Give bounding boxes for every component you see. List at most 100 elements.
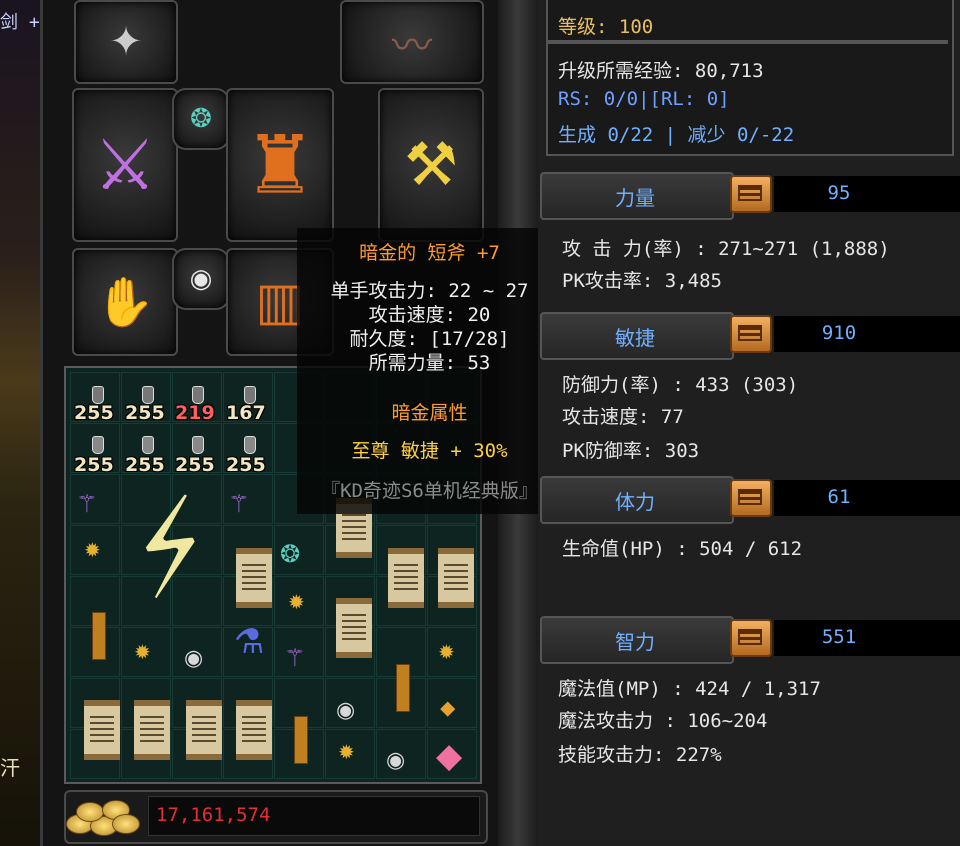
- gold-amount: 17,161,574: [156, 804, 271, 826]
- attack-power-text: 攻 击 力(率) : 271~271 (1,888): [562, 238, 890, 260]
- scroll-icon[interactable]: [336, 598, 372, 658]
- scroll-icon[interactable]: [438, 548, 474, 608]
- attr-label-vitality: 体力: [615, 490, 655, 514]
- tooltip-line: 单手攻击力: 22 ~ 27: [330, 280, 529, 302]
- magic-attack-text: 魔法攻击力 : 106~204: [558, 710, 768, 732]
- plus-point-icon: [738, 489, 762, 505]
- stack-count: 255: [125, 454, 165, 476]
- sword-icon: ⚔: [93, 124, 157, 206]
- attr-label-energy: 智力: [615, 630, 655, 654]
- staff-icon[interactable]: ⚚: [228, 490, 250, 518]
- scroll-icon[interactable]: [186, 700, 222, 760]
- scroll-icon[interactable]: [388, 548, 424, 608]
- scroll-icon[interactable]: [236, 548, 272, 608]
- stack-count: 255: [74, 454, 114, 476]
- axe-icon: ⚒: [404, 130, 458, 200]
- equip-slot-right-weapon[interactable]: ⚒: [378, 88, 484, 242]
- tooltip-bonus: 至尊 敏捷 + 30%: [351, 440, 508, 462]
- game-world-background: [0, 0, 40, 846]
- mp-text: 魔法值(MP) : 424 / 1,317: [558, 678, 821, 700]
- pk-defense-rate-text: PK防御率: 303: [562, 440, 700, 462]
- exp-needed-text: 升级所需经验: 80,713: [558, 60, 764, 82]
- stack-count: 219: [175, 402, 215, 424]
- scroll-icon[interactable]: [84, 700, 120, 760]
- gold-coins-icon: [62, 792, 142, 838]
- stack-count: 255: [125, 402, 165, 424]
- add-agility-button[interactable]: [730, 315, 772, 353]
- totem-icon[interactable]: [92, 612, 106, 660]
- totem-icon[interactable]: [294, 716, 308, 764]
- potion-icon: [192, 436, 204, 454]
- rune-icon[interactable]: ⬥: [440, 696, 455, 721]
- tooltip-line: 耐久度: [17/28]: [349, 328, 510, 350]
- ring-icon[interactable]: ◉: [386, 748, 405, 773]
- add-energy-button[interactable]: [730, 619, 772, 657]
- attr-value-strength: 95: [827, 182, 851, 204]
- pendant-icon[interactable]: ❂: [280, 540, 300, 568]
- jewel-icon[interactable]: ✹: [84, 538, 101, 562]
- ring-icon[interactable]: ◉: [336, 698, 355, 723]
- potion-icon: [244, 436, 256, 454]
- jewel-icon[interactable]: ✹: [338, 740, 355, 764]
- jewel-icon[interactable]: ✹: [288, 590, 305, 614]
- totem-icon[interactable]: [396, 664, 410, 712]
- scroll-icon[interactable]: [134, 700, 170, 760]
- hp-text: 生命值(HP) : 504 / 612: [562, 538, 803, 560]
- stack-count: 255: [74, 402, 114, 424]
- add-vitality-button[interactable]: [730, 479, 772, 517]
- jewel-icon[interactable]: ✹: [438, 640, 455, 664]
- tooltip-section-title: 暗金属性: [391, 402, 468, 424]
- attr-value-vitality: 61: [827, 486, 851, 508]
- jewel-icon[interactable]: ✹: [134, 640, 151, 664]
- staff-icon[interactable]: ⚚: [76, 490, 98, 518]
- world-label-top: 剑 +: [0, 12, 40, 33]
- tooltip-line: 所需力量: 53: [368, 352, 491, 374]
- pet-icon: ✦: [109, 19, 143, 65]
- ring-icon: ◉: [189, 264, 213, 294]
- plus-point-icon: [738, 629, 762, 645]
- attr-row-agility: 敏捷 910: [540, 312, 960, 362]
- plus-point-icon: [738, 325, 762, 341]
- gen-reduce-text: 生成 0/22 | 减少 0/-22: [558, 124, 795, 146]
- armor-icon: ♜: [244, 118, 316, 212]
- mana-potion-icon[interactable]: ⚗: [234, 622, 264, 662]
- divider: [548, 40, 948, 44]
- level-text: 等级: 100: [558, 16, 654, 38]
- gem-icon[interactable]: ◆: [436, 736, 462, 776]
- equip-slot-gloves[interactable]: ✋: [72, 248, 178, 356]
- equip-slot-wings[interactable]: 〰: [340, 0, 484, 84]
- attr-label-strength: 力量: [615, 186, 655, 210]
- tooltip-footer: 『KD奇迹S6单机经典版』: [321, 480, 538, 502]
- wings-icon: 〰: [392, 23, 432, 69]
- scroll-icon[interactable]: [236, 700, 272, 760]
- attr-row-strength: 力量 95: [540, 172, 960, 222]
- potion-icon: [142, 436, 154, 454]
- tooltip-line: 攻击速度: 20: [368, 304, 491, 326]
- ring-icon[interactable]: ◉: [184, 646, 203, 671]
- equip-slot-pendant[interactable]: ❂: [172, 88, 230, 150]
- attr-value-energy: 551: [821, 626, 857, 648]
- attr-value-agility: 910: [821, 322, 857, 344]
- plus-point-icon: [738, 185, 762, 201]
- skill-attack-text: 技能攻击力: 227%: [558, 744, 722, 766]
- world-label-bottom: 汗: [0, 756, 20, 780]
- add-strength-button[interactable]: [730, 175, 772, 213]
- stack-count: 255: [226, 454, 266, 476]
- staff-icon[interactable]: ⚚: [284, 644, 306, 672]
- tooltip-title: 暗金的 短斧 +7: [359, 242, 500, 264]
- attr-label-agility: 敏捷: [615, 326, 655, 350]
- stack-count: 167: [226, 402, 266, 424]
- equip-slot-left-weapon[interactable]: ⚔: [72, 88, 178, 242]
- attack-speed-text: 攻击速度: 77: [562, 406, 684, 428]
- attr-row-vitality: 体力 61: [540, 476, 960, 526]
- equip-slot-helm-armor[interactable]: ♜: [226, 88, 334, 242]
- attr-row-energy: 智力 551: [540, 616, 960, 666]
- potion-icon: [92, 436, 104, 454]
- gloves-icon: ✋: [95, 274, 155, 331]
- defense-text: 防御力(率) : 433 (303): [562, 374, 799, 396]
- pk-attack-rate-text: PK攻击率: 3,485: [562, 270, 722, 292]
- reset-text: RS: 0/0|[RL: 0]: [558, 88, 730, 110]
- pendant-icon: ❂: [190, 104, 212, 134]
- equip-slot-pet[interactable]: ✦: [74, 0, 178, 84]
- equip-slot-ring[interactable]: ◉: [172, 248, 230, 310]
